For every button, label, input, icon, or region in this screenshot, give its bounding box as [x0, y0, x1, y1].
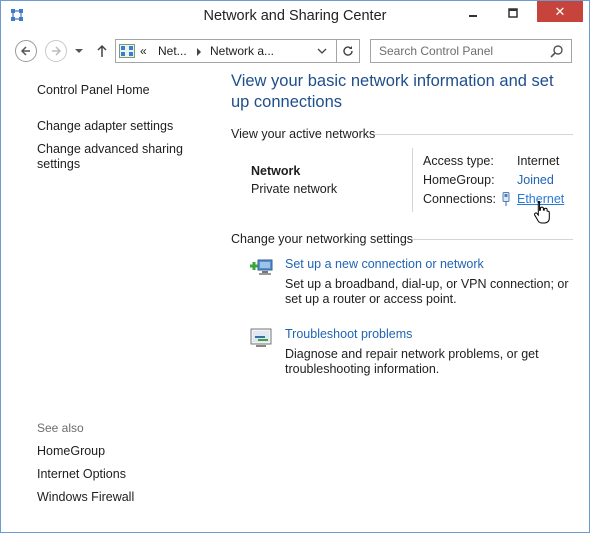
ethernet-icon — [502, 192, 510, 206]
maximize-button[interactable] — [499, 4, 527, 22]
breadcrumb-separator-icon[interactable] — [196, 48, 202, 56]
title-bar: Network and Sharing Center ✕ — [1, 1, 589, 32]
section-divider — [412, 239, 573, 240]
change-adapter-settings-link[interactable]: Change adapter settings — [37, 119, 173, 134]
address-bar[interactable]: « Net... Network a... — [115, 39, 360, 63]
setup-connection-link[interactable]: Set up a new connection or network — [285, 257, 484, 271]
change-advanced-sharing-link[interactable]: Change advanced sharing settings — [37, 142, 183, 172]
search-icon[interactable] — [550, 44, 564, 58]
homegroup-joined-link[interactable]: Joined — [517, 173, 554, 187]
page-title: View your basic network information and … — [231, 72, 554, 111]
up-arrow-icon — [97, 44, 107, 57]
hand-cursor-icon — [534, 201, 550, 224]
connections-label: Connections: — [423, 192, 496, 206]
up-button[interactable] — [94, 43, 110, 59]
new-connection-icon — [250, 259, 273, 275]
refresh-button[interactable] — [336, 40, 359, 62]
network-type: Private network — [251, 182, 338, 196]
forward-button[interactable] — [45, 40, 67, 62]
control-panel-home-link[interactable]: Control Panel Home — [37, 83, 150, 98]
network-location-icon — [119, 44, 135, 58]
change-advanced-sharing-line2: settings — [37, 157, 81, 171]
homegroup-label: HomeGroup: — [423, 173, 495, 187]
access-type-label: Access type: — [423, 154, 494, 168]
recent-locations-button[interactable] — [73, 45, 85, 57]
network-info-divider — [412, 148, 413, 212]
change-settings-heading: Change your networking settings — [231, 232, 414, 246]
troubleshoot-icon — [250, 328, 272, 347]
setup-connection-description: Set up a broadband, dial-up, or VPN conn… — [285, 277, 569, 306]
refresh-icon — [343, 46, 353, 56]
chevron-down-icon — [317, 48, 327, 54]
window: Network and Sharing Center ✕ « Net... Ne… — [0, 0, 590, 533]
minimize-button[interactable] — [459, 4, 487, 22]
chevron-down-icon — [75, 49, 83, 53]
maximize-icon — [508, 8, 518, 18]
close-button[interactable]: ✕ — [537, 1, 583, 22]
breadcrumb-network-sharing[interactable]: Network a... — [210, 44, 274, 58]
breadcrumb-network[interactable]: Net... — [158, 44, 187, 58]
change-advanced-sharing-line1: Change advanced sharing — [37, 142, 183, 156]
see-also-heading: See also — [37, 421, 84, 435]
back-arrow-icon — [20, 46, 30, 56]
see-also-windows-firewall-link[interactable]: Windows Firewall — [37, 490, 134, 505]
see-also-homegroup-link[interactable]: HomeGroup — [37, 444, 105, 459]
search-input[interactable] — [372, 41, 542, 61]
address-overflow-chevron[interactable]: « — [140, 44, 147, 58]
search-box[interactable] — [370, 39, 572, 63]
section-divider — [374, 134, 573, 135]
active-networks-heading: View your active networks — [231, 127, 376, 141]
address-dropdown-button[interactable] — [316, 45, 328, 57]
see-also-internet-options-link[interactable]: Internet Options — [37, 467, 126, 482]
network-name: Network — [251, 164, 301, 178]
back-button[interactable] — [15, 40, 37, 62]
access-type-value: Internet — [517, 154, 560, 168]
navigation-bar: « Net... Network a... — [1, 35, 589, 67]
troubleshoot-problems-link[interactable]: Troubleshoot problems — [285, 327, 412, 341]
troubleshoot-description: Diagnose and repair network problems, or… — [285, 347, 539, 376]
forward-arrow-icon — [52, 46, 62, 56]
close-icon: ✕ — [554, 3, 566, 19]
minimize-icon — [469, 15, 477, 17]
